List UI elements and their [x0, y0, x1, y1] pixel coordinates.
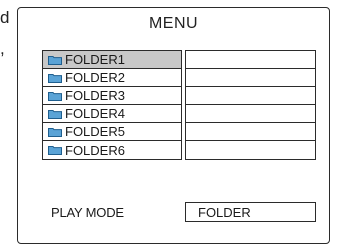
- file-slot[interactable]: [186, 105, 315, 123]
- folder-list: FOLDER1 FOLDER2 FOLDER3 FOLDER4 FOLDER5: [42, 50, 182, 160]
- folder-label: FOLDER2: [65, 70, 125, 85]
- folder-label: FOLDER6: [65, 142, 125, 158]
- folder-item[interactable]: FOLDER3: [43, 87, 181, 105]
- playmode-selector[interactable]: FOLDER: [185, 202, 316, 222]
- folder-icon: [48, 145, 62, 155]
- folder-label: FOLDER3: [65, 88, 125, 103]
- file-slot[interactable]: [186, 69, 315, 87]
- file-slot[interactable]: [186, 87, 315, 105]
- folder-icon: [48, 55, 62, 65]
- folder-icon: [48, 109, 62, 119]
- folder-item[interactable]: FOLDER6: [43, 141, 181, 159]
- folder-icon: [48, 91, 62, 101]
- folder-label: FOLDER4: [65, 106, 125, 121]
- menu-title: MENU: [148, 15, 199, 32]
- file-slot[interactable]: [186, 51, 315, 69]
- menu-panel: MENU FOLDER1 FOLDER2 FOLDER3 FOLDER4 FOL…: [17, 7, 330, 244]
- folder-icon: [48, 73, 62, 83]
- playmode-value: FOLDER: [198, 204, 251, 220]
- playmode-label: PLAY MODE: [51, 205, 124, 220]
- file-slot[interactable]: [186, 141, 315, 159]
- file-list: [185, 50, 316, 160]
- cutoff-text: ,: [0, 40, 5, 57]
- folder-icon: [48, 127, 62, 137]
- file-slot[interactable]: [186, 123, 315, 141]
- folder-item[interactable]: FOLDER4: [43, 105, 181, 123]
- folder-item[interactable]: FOLDER1: [43, 51, 181, 69]
- cutoff-text: d: [0, 9, 10, 26]
- folder-label: FOLDER1: [65, 52, 125, 67]
- folder-item[interactable]: FOLDER5: [43, 123, 181, 141]
- folder-item[interactable]: FOLDER2: [43, 69, 181, 87]
- folder-label: FOLDER5: [65, 124, 125, 139]
